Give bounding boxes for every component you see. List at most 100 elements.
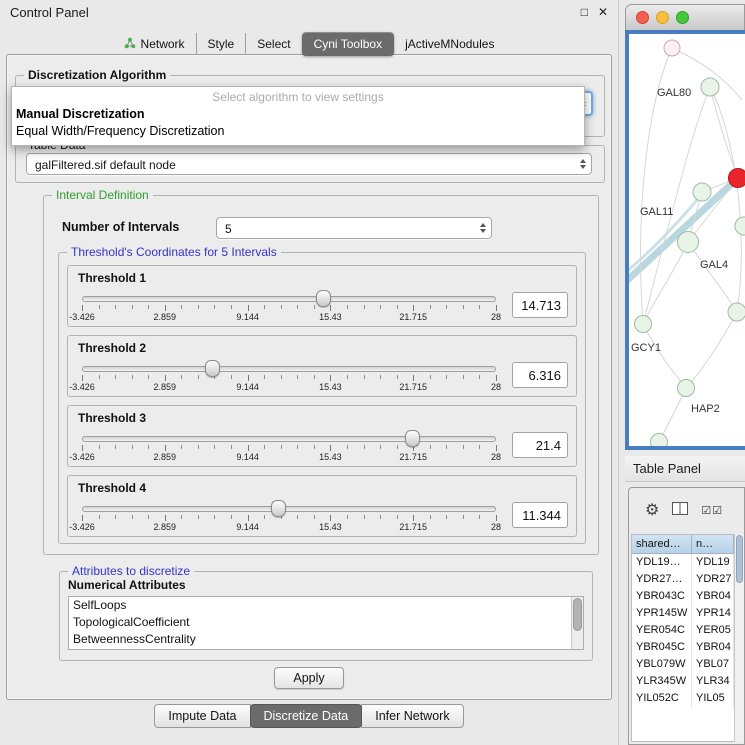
graph-node	[728, 303, 745, 321]
graph-labels: GAL80 GAL11 GAL4 GCY1 HAP2	[631, 87, 728, 415]
threshold-value-field[interactable]: 14.713	[512, 292, 568, 318]
scrollbar-thumb[interactable]	[573, 598, 582, 631]
table-panel-title: Table Panel	[625, 456, 745, 482]
slider-track[interactable]	[82, 436, 496, 442]
table-scrollbar[interactable]	[734, 534, 744, 742]
scale-label: 9.144	[236, 522, 259, 532]
slider-track[interactable]	[82, 506, 496, 512]
threshold-value-field[interactable]: 6.316	[512, 362, 568, 388]
zoom-traffic-light-icon[interactable]	[676, 11, 689, 24]
tab-impute-data[interactable]: Impute Data	[154, 704, 250, 728]
list-item[interactable]: SelfLoops	[69, 597, 583, 614]
slider-thumb[interactable]	[205, 360, 220, 377]
control-panel-titlebar: Control Panel □ ✕	[0, 0, 618, 24]
apply-button[interactable]: Apply	[274, 667, 343, 689]
scale-label: 21.715	[399, 452, 427, 462]
scale-label: 21.715	[399, 522, 427, 532]
group-title: Threshold's Coordinates for 5 Intervals	[67, 245, 281, 259]
graph-node	[693, 183, 711, 201]
close-icon[interactable]: ✕	[598, 5, 608, 19]
tab-jactivemnodules[interactable]: jActiveMNodules	[394, 33, 505, 55]
slider-thumb[interactable]	[316, 290, 331, 307]
gear-icon[interactable]: ⚙	[645, 500, 659, 520]
tab-discretize-data[interactable]: Discretize Data	[250, 704, 363, 728]
node-label: GAL4	[700, 259, 728, 271]
network-canvas[interactable]: GAL80 GAL11 GAL4 GCY1 HAP2	[629, 34, 745, 446]
node-label: GAL80	[657, 87, 691, 99]
table-cell: YLR345W	[632, 673, 692, 690]
column-header[interactable]: shared…	[632, 535, 692, 554]
scale-label: 21.715	[399, 382, 427, 392]
table-cell: YER054C	[632, 622, 692, 639]
threshold-slider[interactable]: -3.4262.8599.14415.4321.71528	[82, 496, 500, 534]
tab-cyni-toolbox[interactable]: Cyni Toolbox	[302, 32, 394, 56]
slider-thumb[interactable]	[271, 500, 286, 517]
graph-node-red	[729, 169, 745, 188]
minimize-traffic-light-icon[interactable]	[656, 11, 669, 24]
scale-label: -3.426	[69, 312, 95, 322]
table-row[interactable]: YIL052CYIL05	[632, 690, 734, 707]
bottom-tab-bar: Impute Data Discretize Data Infer Networ…	[0, 704, 618, 728]
tab-network[interactable]: Network	[113, 33, 196, 56]
slider-track[interactable]	[82, 296, 496, 302]
graph-node	[735, 217, 745, 235]
column-header[interactable]: n…	[692, 535, 734, 554]
list-scrollbar[interactable]	[571, 597, 583, 649]
table-cell: YDL19	[692, 554, 734, 571]
network-window-titlebar	[625, 4, 745, 30]
scrollbar-thumb[interactable]	[736, 535, 743, 583]
table-toolbar: ⚙ ☑☑	[629, 488, 744, 532]
list-item[interactable]: BetweennessCentrality	[69, 631, 583, 648]
tab-style[interactable]: Style	[196, 33, 246, 55]
table-row[interactable]: YBR045CYBR04	[632, 639, 734, 656]
threshold-slider[interactable]: -3.4262.8599.14415.4321.71528	[82, 286, 500, 324]
table-row[interactable]: YPR145WYPR14	[632, 605, 734, 622]
scale-label: -3.426	[69, 452, 95, 462]
graph-node	[664, 40, 680, 56]
select-columns-checkboxes-icon[interactable]: ☑☑	[701, 504, 723, 517]
table-data-combobox[interactable]: galFiltered.sif default node	[26, 153, 592, 175]
table-header-row: shared…n…	[632, 535, 734, 554]
table-cell: YER05	[692, 622, 734, 639]
number-of-intervals-combobox[interactable]: 5	[216, 217, 492, 239]
scale-label: 9.144	[236, 382, 259, 392]
scale-label: 2.859	[154, 382, 177, 392]
algorithm-option[interactable]: Manual Discretization	[12, 106, 584, 123]
scale-label: 21.715	[399, 312, 427, 322]
table-row[interactable]: YDR27…YDR27	[632, 571, 734, 588]
columns-icon[interactable]	[672, 502, 688, 518]
threshold-slider[interactable]: -3.4262.8599.14415.4321.71528	[82, 426, 500, 464]
table-row[interactable]: YLR345WYLR34	[632, 673, 734, 690]
scale-label: 28	[491, 522, 501, 532]
float-window-icon[interactable]: □	[581, 5, 588, 19]
tab-label: Cyni Toolbox	[314, 37, 382, 51]
combo-value: 5	[225, 222, 232, 236]
tab-label: jActiveMNodules	[405, 37, 494, 51]
dropdown-hint: Select algorithm to view settings	[12, 87, 584, 106]
table-row[interactable]: YER054CYER05	[632, 622, 734, 639]
tab-infer-network[interactable]: Infer Network	[361, 704, 463, 728]
algorithm-option[interactable]: Equal Width/Frequency Discretization	[12, 123, 584, 140]
table-row[interactable]: YBR043CYBR04	[632, 588, 734, 605]
network-view-frame: GAL80 GAL11 GAL4 GCY1 HAP2	[625, 30, 745, 450]
graph-node	[701, 78, 719, 96]
thresholds-group: Threshold's Coordinates for 5 Intervals …	[58, 252, 586, 544]
numerical-attributes-list[interactable]: SelfLoopsTopologicalCoefficientBetweenne…	[68, 596, 584, 650]
table-cell: YDR27…	[632, 571, 692, 588]
tab-select[interactable]: Select	[245, 33, 301, 55]
slider-scale: -3.4262.8599.14415.4321.71528	[82, 312, 496, 323]
node-label: HAP2	[691, 403, 720, 415]
close-traffic-light-icon[interactable]	[636, 11, 649, 24]
table-row[interactable]: YBL079WYBL07	[632, 656, 734, 673]
threshold-value-field[interactable]: 11.344	[512, 502, 568, 528]
slider-scale: -3.4262.8599.14415.4321.71528	[82, 382, 496, 393]
slider-thumb[interactable]	[405, 430, 420, 447]
threshold-value-field[interactable]: 21.4	[512, 432, 568, 458]
slider-track[interactable]	[82, 366, 496, 372]
graph-node	[678, 380, 695, 397]
list-item[interactable]: TopologicalCoefficient	[69, 614, 583, 631]
threshold-slider[interactable]: -3.4262.8599.14415.4321.71528	[82, 356, 500, 394]
graph-nodes[interactable]	[635, 40, 745, 446]
table-panel-window: ⚙ ☑☑ shared…n… YDL19…YDL19YDR27…YDR27YBR…	[628, 487, 745, 745]
table-row[interactable]: YDL19…YDL19	[632, 554, 734, 571]
